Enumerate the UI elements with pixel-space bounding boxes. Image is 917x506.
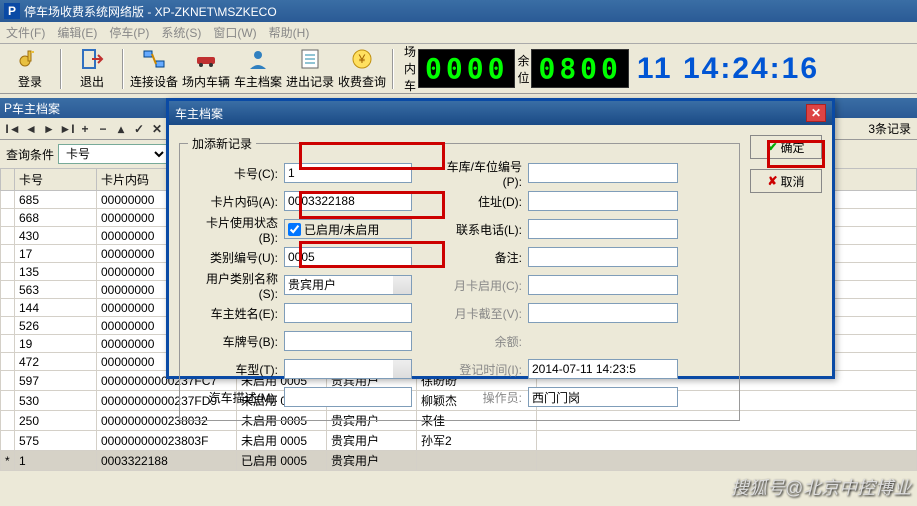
- regtime-input: [528, 359, 678, 379]
- key-icon: [18, 47, 42, 71]
- menu-win[interactable]: 窗口(W): [213, 24, 256, 41]
- inner-input[interactable]: [284, 191, 412, 211]
- search-field-select[interactable]: 卡号: [58, 144, 168, 164]
- check-icon: ✔: [767, 140, 777, 154]
- label-owner: 车主姓名(E):: [188, 305, 284, 322]
- label-regtime: 登记时间(I):: [428, 361, 528, 378]
- nav-cancel[interactable]: ✕: [148, 122, 166, 136]
- connect-icon: [142, 47, 166, 71]
- monthto-input: [528, 303, 678, 323]
- label-inner: 卡片内码(A):: [188, 193, 284, 210]
- clock: 11 14:24:16: [637, 52, 819, 86]
- search-label: 查询条件: [6, 146, 54, 163]
- toolbar: 登录 退出 连接设备 场内车辆 车主档案 进出记录 ¥收费查询 场内车 0000…: [0, 44, 917, 94]
- nav-edit[interactable]: ▴: [112, 122, 130, 136]
- type-select[interactable]: [284, 359, 412, 379]
- dialog-title: 车主档案: [175, 105, 223, 122]
- exit-icon: [80, 47, 104, 71]
- label-remark: 备注:: [428, 249, 528, 266]
- remain-count: 0800: [531, 49, 628, 88]
- owner-button[interactable]: 车主档案: [232, 47, 284, 90]
- table-row[interactable]: *10003322188已启用 0005贵宾用户: [1, 451, 917, 471]
- connect-button[interactable]: 连接设备: [128, 47, 180, 90]
- owner-input[interactable]: [284, 303, 412, 323]
- inside-button[interactable]: 场内车辆: [180, 47, 232, 90]
- fee-icon: ¥: [350, 47, 374, 71]
- label-desc: 汽车描述(M):: [188, 389, 284, 406]
- login-button[interactable]: 登录: [4, 47, 56, 90]
- label-operator: 操作员:: [428, 389, 528, 406]
- records-count: 3条记录: [868, 120, 911, 137]
- led-panel: 场内车 0000 余位 0800: [402, 43, 629, 94]
- menu-sys[interactable]: 系统(S): [161, 24, 201, 41]
- close-icon[interactable]: ✕: [806, 104, 826, 122]
- label-catno: 类别编号(U):: [188, 249, 284, 266]
- app-titlebar: P 停车场收费系统网络版 - XP-ZKNET\MSZKECO: [0, 0, 917, 22]
- owner-icon: [246, 47, 270, 71]
- table-row[interactable]: 575000000000023803F未启用 0005贵宾用户孙军2: [1, 431, 917, 451]
- x-icon: ✘: [767, 174, 777, 188]
- inside-count: 0000: [418, 49, 515, 88]
- inout-button[interactable]: 进出记录: [284, 47, 336, 90]
- addr-input[interactable]: [528, 191, 678, 211]
- nav-prev[interactable]: ◄: [22, 122, 40, 136]
- cancel-button[interactable]: ✘取消: [750, 169, 822, 193]
- garage-input[interactable]: [528, 163, 678, 183]
- label-type: 车型(T):: [188, 361, 284, 378]
- catno-input[interactable]: [284, 247, 412, 267]
- label-addr: 住址(D):: [428, 193, 528, 210]
- menu-help[interactable]: 帮助(H): [269, 24, 310, 41]
- label-catname: 用户类别名称(S):: [188, 270, 284, 301]
- label-monthfee: 月卡启用(C):: [428, 277, 528, 294]
- catname-select[interactable]: 贵宾用户: [284, 275, 412, 295]
- label-garage: 车库/车位编号(P):: [428, 158, 528, 189]
- nav-last[interactable]: ►I: [58, 122, 76, 136]
- nav-del[interactable]: −: [94, 122, 112, 136]
- label-status: 卡片使用状态(B):: [188, 214, 284, 245]
- subwin-icon: P: [4, 101, 12, 115]
- menu-file[interactable]: 文件(F): [6, 24, 45, 41]
- col-card[interactable]: 卡号: [15, 169, 97, 191]
- label-card: 卡号(C):: [188, 165, 284, 182]
- menu-park[interactable]: 停车(P): [109, 24, 149, 41]
- status-chk-label: 已启用/未启用: [304, 221, 379, 238]
- exit-button[interactable]: 退出: [66, 47, 118, 90]
- nav-ok[interactable]: ✓: [130, 122, 148, 136]
- label-plate: 车牌号(B):: [188, 333, 284, 350]
- remark-input[interactable]: [528, 247, 678, 267]
- dialog-titlebar[interactable]: 车主档案 ✕: [169, 101, 832, 125]
- owner-dialog: 车主档案 ✕ 加添新记录 卡号(C): 车库/车位编号(P): 卡片内码(A):…: [166, 98, 835, 379]
- car-icon: [194, 47, 218, 71]
- fee-button[interactable]: ¥收费查询: [336, 47, 388, 90]
- phone-input[interactable]: [528, 219, 678, 239]
- monthfee-input: [528, 275, 678, 295]
- ok-button[interactable]: ✔确定: [750, 135, 822, 159]
- subwin-title: 车主档案: [12, 100, 60, 117]
- nav-first[interactable]: I◄: [4, 122, 22, 136]
- desc-input[interactable]: [284, 387, 412, 407]
- status-checkbox[interactable]: [288, 223, 301, 236]
- nav-add[interactable]: +: [76, 122, 94, 136]
- label-phone: 联系电话(L):: [428, 221, 528, 238]
- menubar: 文件(F) 编辑(E) 停车(P) 系统(S) 窗口(W) 帮助(H): [0, 22, 917, 44]
- app-icon: P: [4, 3, 20, 19]
- log-icon: [298, 47, 322, 71]
- card-input[interactable]: [284, 163, 412, 183]
- label-balance: 余额:: [428, 333, 528, 350]
- watermark: 搜狐号@北京中控博业: [731, 474, 911, 500]
- operator-input: [528, 387, 678, 407]
- app-title: 停车场收费系统网络版 - XP-ZKNET\MSZKECO: [24, 3, 277, 20]
- svg-text:¥: ¥: [358, 52, 366, 66]
- plate-input[interactable]: [284, 331, 412, 351]
- add-record-fieldset: 加添新记录 卡号(C): 车库/车位编号(P): 卡片内码(A): 住址(D):…: [179, 135, 740, 421]
- menu-edit[interactable]: 编辑(E): [57, 24, 97, 41]
- fieldset-legend: 加添新记录: [188, 135, 256, 152]
- label-monthto: 月卡截至(V):: [428, 305, 528, 322]
- nav-next[interactable]: ►: [40, 122, 58, 136]
